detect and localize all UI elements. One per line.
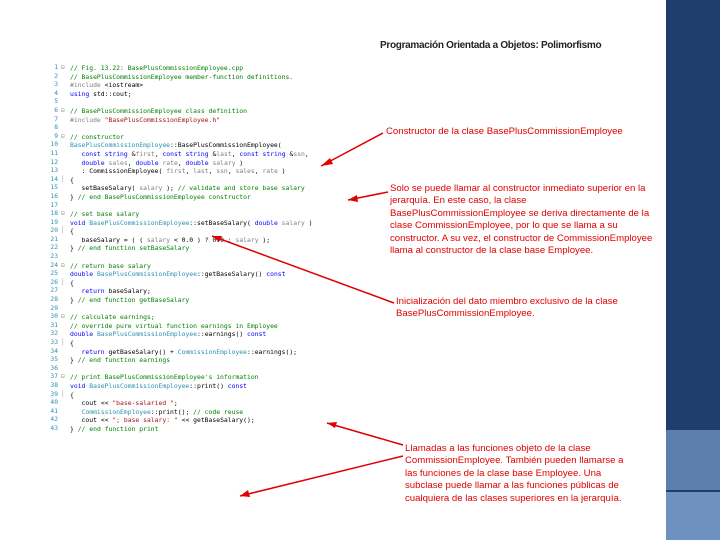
arrow-head xyxy=(327,422,337,428)
arrow-head xyxy=(212,236,222,242)
annotation-init: Inicialización del dato miembro exclusiv… xyxy=(396,296,618,320)
arrow-head xyxy=(321,158,333,166)
annotation-base-call: Solo se puede llamar al constructor inme… xyxy=(390,183,653,257)
annotation-constructor: Constructor de la clase BasePlusCommissi… xyxy=(386,126,623,137)
arrow-head xyxy=(240,490,250,497)
arrow-head xyxy=(348,195,358,202)
annotation-calls: Llamadas a las funciones objeto de la cl… xyxy=(405,443,624,504)
arrow-print xyxy=(239,455,404,497)
arrow-earnings xyxy=(326,422,404,446)
arrow-init xyxy=(211,235,395,304)
